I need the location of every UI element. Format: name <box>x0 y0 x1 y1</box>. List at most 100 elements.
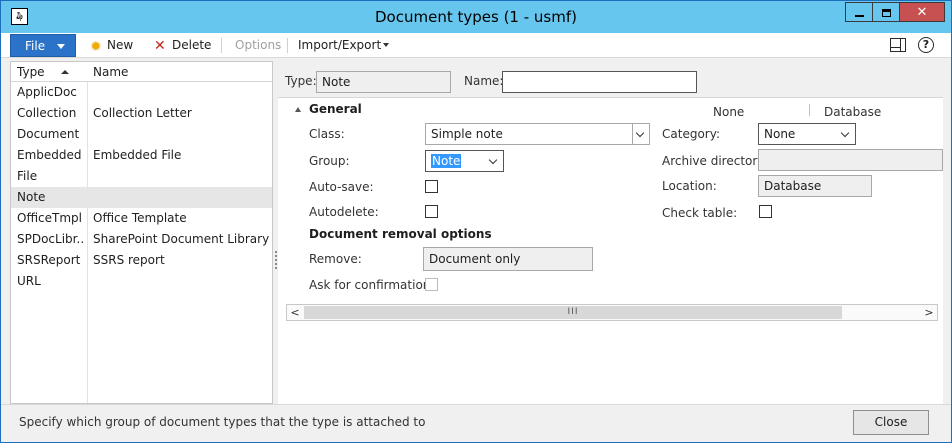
autodelete-checkbox[interactable] <box>425 205 438 218</box>
collapse-section-icon[interactable] <box>295 107 301 112</box>
table-cell-type: SPDocLibr... <box>17 232 85 246</box>
options-button[interactable]: Options <box>235 33 281 58</box>
scrollbar-thumb[interactable]: III <box>304 306 842 319</box>
options-button-label: Options <box>235 38 282 52</box>
chevron-down-icon[interactable] <box>838 124 855 144</box>
ask-confirmation-checkbox[interactable] <box>425 278 438 291</box>
chevron-down-icon[interactable] <box>632 124 649 144</box>
table-cell-type: Embedded <box>17 148 82 162</box>
column-marker <box>809 104 810 116</box>
table-cell-type: Note <box>17 190 46 204</box>
delete-button-label: Delete <box>172 38 212 52</box>
help-icon[interactable]: ? <box>918 37 934 53</box>
title-bar[interactable]: ₯ Document types (1 - usmf) ✕ <box>1 1 951 33</box>
details-panel: Type: Note Name: General None Database C… <box>278 61 943 404</box>
table-row[interactable]: Embedded Embedded File <box>11 145 272 166</box>
horizontal-scrollbar[interactable]: < III > <box>286 304 938 321</box>
autosave-checkbox[interactable] <box>425 180 438 193</box>
delete-button[interactable]: ✕ Delete <box>154 33 211 58</box>
column-header-type[interactable]: Type <box>17 65 45 79</box>
import-export-label: Import/Export <box>298 38 382 52</box>
table-cell-name: SharePoint Document Library <box>93 232 269 246</box>
category-label: Category: <box>662 127 720 141</box>
group-select[interactable]: Note <box>425 150 504 172</box>
autosave-label: Auto-save: <box>309 180 374 194</box>
toolbar-separator <box>221 38 222 53</box>
location-label: Location: <box>662 179 717 193</box>
status-bar: Specify which group of document types th… <box>1 404 951 442</box>
scroll-left-icon[interactable]: < <box>287 305 303 320</box>
archive-directory-label: Archive directory: <box>662 154 768 168</box>
ask-confirmation-label: Ask for confirmation: <box>309 278 435 292</box>
table-row[interactable]: File <box>11 166 272 187</box>
table-row[interactable]: ApplicDoc <box>11 82 272 103</box>
details-header: Type: Note Name: <box>278 61 943 98</box>
table-row[interactable]: Document <box>11 124 272 145</box>
location-field[interactable]: Database <box>758 175 872 197</box>
general-section-title[interactable]: General <box>309 102 362 116</box>
class-select[interactable]: Simple note <box>425 123 650 145</box>
chevron-down-icon[interactable] <box>486 151 503 171</box>
remove-label: Remove: <box>309 252 362 266</box>
close-window-button[interactable]: ✕ <box>899 2 945 22</box>
column-header-name[interactable]: Name <box>93 65 128 79</box>
minimize-button[interactable] <box>845 2 872 22</box>
table-row[interactable]: Collection Collection Letter <box>11 103 272 124</box>
maximize-button[interactable] <box>872 2 899 22</box>
table-cell-name: Office Template <box>93 211 187 225</box>
remove-field[interactable]: Document only <box>423 247 593 271</box>
maximize-icon <box>881 8 891 17</box>
archive-directory-field[interactable] <box>758 149 943 171</box>
check-table-label: Check table: <box>662 206 738 220</box>
file-menu-button[interactable]: File <box>10 34 76 57</box>
scroll-right-icon[interactable]: > <box>921 305 937 320</box>
table-cell-type: SRSReport <box>17 253 81 267</box>
group-select-value: Note <box>431 154 462 168</box>
name-label: Name: <box>464 74 504 88</box>
document-types-grid: Type Name ApplicDoc Collection Collection … <box>10 61 273 404</box>
table-row[interactable]: URL <box>11 271 272 292</box>
table-row[interactable]: SPDocLibr... SharePoint Document Library <box>11 229 272 250</box>
table-cell-type: Document <box>17 127 80 141</box>
import-export-button[interactable]: Import/Export <box>298 33 390 58</box>
table-cell-type: ApplicDoc <box>17 85 77 99</box>
category-select-value: None <box>764 127 796 141</box>
dropdown-arrow-icon <box>383 43 390 47</box>
table-cell-type: File <box>17 169 38 183</box>
class-select-value: Simple note <box>431 127 503 141</box>
check-table-checkbox[interactable] <box>759 205 772 218</box>
close-icon: ✕ <box>916 5 928 20</box>
panel-splitter[interactable] <box>275 251 277 269</box>
new-button[interactable]: ✹ New <box>90 33 133 58</box>
column-header-none: None <box>713 105 745 119</box>
file-menu-label: File <box>25 39 46 53</box>
table-row[interactable]: SRSReport SSRS report <box>11 250 272 271</box>
table-row[interactable]: OfficeTmpl Office Template <box>11 208 272 229</box>
grid-rows: ApplicDoc Collection Collection Letter Docu… <box>11 82 272 292</box>
layout-icon[interactable] <box>890 38 906 52</box>
category-select[interactable]: None <box>758 123 856 145</box>
name-input[interactable] <box>502 71 697 93</box>
table-cell-type: Collection <box>17 106 77 120</box>
table-cell-name: Embedded File <box>93 148 182 162</box>
table-cell-type: OfficeTmpl <box>17 211 82 225</box>
group-label: Group: <box>309 154 350 168</box>
document-types-window: ₯ Document types (1 - usmf) ✕ File ✹ New … <box>0 0 952 443</box>
close-button[interactable]: Close <box>853 410 929 435</box>
action-pane: File ✹ New ✕ Delete Options Import/Export … <box>1 33 951 58</box>
minimize-icon <box>854 14 864 17</box>
table-cell-name: SSRS report <box>93 253 165 267</box>
new-button-label: New <box>107 38 134 52</box>
autodelete-label: Autodelete: <box>309 205 379 219</box>
grid-header: Type Name <box>11 62 272 82</box>
window-title: Document types (1 - usmf) <box>375 8 577 26</box>
table-row[interactable]: Note <box>11 187 272 208</box>
new-sun-icon: ✹ <box>90 39 102 55</box>
column-header-database: Database <box>824 105 882 119</box>
chevron-down-icon <box>57 44 65 49</box>
delete-x-icon: ✕ <box>154 38 166 54</box>
sort-ascending-icon <box>61 70 69 74</box>
table-cell-type: URL <box>17 274 41 288</box>
type-field[interactable]: Note <box>316 71 451 93</box>
table-cell-name: Collection Letter <box>93 106 192 120</box>
